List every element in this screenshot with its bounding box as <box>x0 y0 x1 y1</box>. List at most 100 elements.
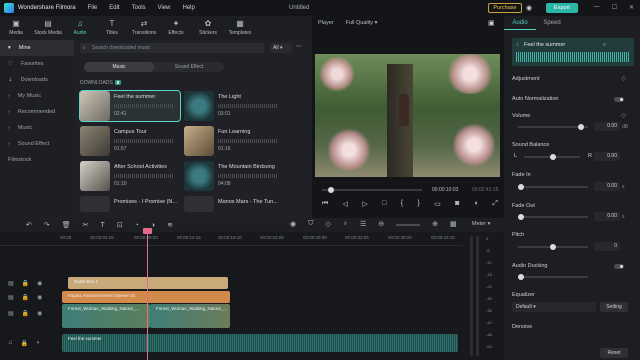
marker-icon[interactable]: ◇ <box>325 220 330 228</box>
video-clip[interactable]: Forest_Woman_Walking_Nature_... <box>150 304 230 328</box>
camera-icon[interactable]: ◙ <box>455 200 459 208</box>
menu-edit[interactable]: Edit <box>109 5 119 11</box>
progress-scrubber[interactable] <box>322 187 422 193</box>
eye-icon[interactable]: ◉ <box>37 310 42 317</box>
fade-in-value[interactable]: 0.00 <box>594 182 620 191</box>
undo-icon[interactable]: ↶ <box>26 221 32 229</box>
tab-effects[interactable]: ✦ Effects <box>160 16 192 40</box>
sidebar-item-favorites[interactable]: ♡ Favorites <box>0 56 74 72</box>
previous-frame-icon[interactable]: ⏮ <box>322 200 328 208</box>
segment-sound-effect[interactable]: Sound Effect <box>154 62 224 72</box>
zoom-in-icon[interactable]: ⊕ <box>432 220 438 228</box>
list-item[interactable]: The Mountain Birdsong 04:08 <box>184 161 284 191</box>
lock-icon[interactable]: 🔒 <box>22 280 29 287</box>
volume-icon[interactable]: ◖ <box>474 200 478 208</box>
playhead[interactable] <box>147 230 148 360</box>
slider-knob[interactable] <box>518 274 524 280</box>
mic-icon[interactable]: ♁ <box>343 220 348 228</box>
sidebar-item-my-music[interactable]: › My Music <box>0 88 74 104</box>
split-icon[interactable]: ✂ <box>83 221 89 229</box>
stop-icon[interactable]: □ <box>382 200 386 208</box>
shield-icon[interactable]: ⛉ <box>308 220 313 228</box>
tab-stickers[interactable]: ✿ Stickers <box>192 16 224 40</box>
list-item[interactable]: Fun Learning 01:16 <box>184 126 284 156</box>
pitch-value[interactable]: 0 <box>594 242 620 251</box>
scrubber-knob[interactable] <box>328 187 334 193</box>
ducking-slider[interactable] <box>518 274 588 280</box>
sidebar-item-filmstock[interactable]: Filmstock <box>0 152 74 168</box>
equalizer-select[interactable]: Default ▾ <box>512 302 596 312</box>
tab-audio[interactable]: ♫ Audio <box>64 16 96 40</box>
slider-knob[interactable] <box>550 244 556 250</box>
user-icon[interactable]: ◉ <box>526 4 532 12</box>
timeline-ruler[interactable]: 00:00 00:00:04:25 00:00:09:20 00:00:14:1… <box>0 232 462 246</box>
sidebar-item-sound-effect[interactable]: › Sound Effect <box>0 136 74 152</box>
play-icon[interactable]: ▷ <box>362 200 367 208</box>
tab-audio-props[interactable]: Audio <box>504 20 536 30</box>
mark-in-icon[interactable]: { <box>401 200 403 208</box>
fullscreen-icon[interactable]: ⤢ <box>492 200 498 208</box>
speed-icon[interactable]: ◔ <box>135 222 139 229</box>
sidebar-item-downloads[interactable]: ⇣ Downloads <box>0 72 74 88</box>
quality-select[interactable]: Full Quality ▾ <box>346 20 378 26</box>
minimize-icon[interactable]: — <box>594 4 600 11</box>
equalizer-setting-button[interactable]: Setting <box>600 302 628 312</box>
list-item[interactable]: After School Activities 01:10 <box>80 161 180 191</box>
more-icon[interactable]: ⋯ <box>296 43 302 50</box>
maximize-icon[interactable]: ☐ <box>612 4 617 11</box>
overlay-clip[interactable]: Impact Announcement Opener 01 <box>62 291 230 303</box>
sidebar-item-mine[interactable]: ▾ Mine <box>0 40 74 56</box>
fade-out-slider[interactable] <box>518 214 588 220</box>
purchase-button[interactable]: Purchase <box>488 3 522 13</box>
tab-stock-media[interactable]: ▤ Stock Media <box>32 16 64 40</box>
lock-icon[interactable]: 🔒 <box>22 294 29 301</box>
tab-media[interactable]: ▣ Media <box>0 16 32 40</box>
reset-dot-icon[interactable]: ◇ <box>621 75 626 82</box>
display-icon[interactable]: ▭ <box>434 200 441 208</box>
step-back-icon[interactable]: ◁ <box>343 200 348 208</box>
menu-view[interactable]: View <box>158 5 171 11</box>
segment-music[interactable]: Music <box>84 62 154 72</box>
slider-knob[interactable] <box>578 124 584 130</box>
fade-out-value[interactable]: 0.00 <box>594 212 620 221</box>
volume-slider[interactable] <box>518 124 588 130</box>
reset-button[interactable]: Reset <box>600 348 628 358</box>
list-item[interactable]: The Light 03:01 <box>184 91 284 121</box>
list-item[interactable]: Feel the summer 02:41 <box>79 90 181 122</box>
list-item[interactable]: Promises - I Promise (N... <box>80 196 180 212</box>
title-clip[interactable]: Bullet Box 1 <box>68 277 228 289</box>
slider-knob[interactable] <box>518 214 524 220</box>
zoom-slider[interactable] <box>396 224 421 226</box>
fade-in-slider[interactable] <box>518 184 588 190</box>
playhead-handle[interactable] <box>143 228 152 234</box>
audio-clip[interactable]: Feel the summer <box>62 334 458 352</box>
menu-tools[interactable]: Tools <box>132 5 146 11</box>
export-button[interactable]: Export <box>546 3 578 13</box>
filter-select[interactable]: All ▾ <box>270 43 292 53</box>
audio-icon[interactable]: ≋ <box>167 221 173 229</box>
tab-titles[interactable]: T Titles <box>96 16 128 40</box>
mark-out-icon[interactable]: } <box>417 200 419 208</box>
keyframe-icon[interactable]: ◇ <box>621 112 626 119</box>
close-icon[interactable]: ✕ <box>629 4 634 11</box>
balance-value[interactable]: 0.00 <box>594 152 620 161</box>
snapshot-icon[interactable]: ▣ <box>488 19 495 27</box>
sidebar-item-music[interactable]: › Music <box>0 120 74 136</box>
text-icon[interactable]: T <box>101 222 105 229</box>
pitch-slider[interactable] <box>518 244 588 250</box>
list-item[interactable]: Manos Mars - The Tun... <box>184 196 284 212</box>
slider-knob[interactable] <box>550 154 556 160</box>
eye-icon[interactable]: ◉ <box>37 294 42 301</box>
tab-templates[interactable]: ▦ Templates <box>224 16 256 40</box>
tab-speed[interactable]: Speed <box>536 20 568 30</box>
grid-icon[interactable]: ▦ <box>450 220 457 228</box>
list-icon[interactable]: ☰ <box>360 220 366 228</box>
redo-icon[interactable]: ↷ <box>44 221 50 229</box>
sidebar-item-recommended[interactable]: › Recommended <box>0 104 74 120</box>
auto-normalization-toggle[interactable] <box>614 97 624 102</box>
eye-icon[interactable]: ◉ <box>37 280 42 287</box>
replace-icon[interactable]: ○ <box>602 42 606 48</box>
slider-knob[interactable] <box>518 184 524 190</box>
tab-transitions[interactable]: ⇄ Transitions <box>128 16 160 40</box>
menu-file[interactable]: File <box>88 5 98 11</box>
